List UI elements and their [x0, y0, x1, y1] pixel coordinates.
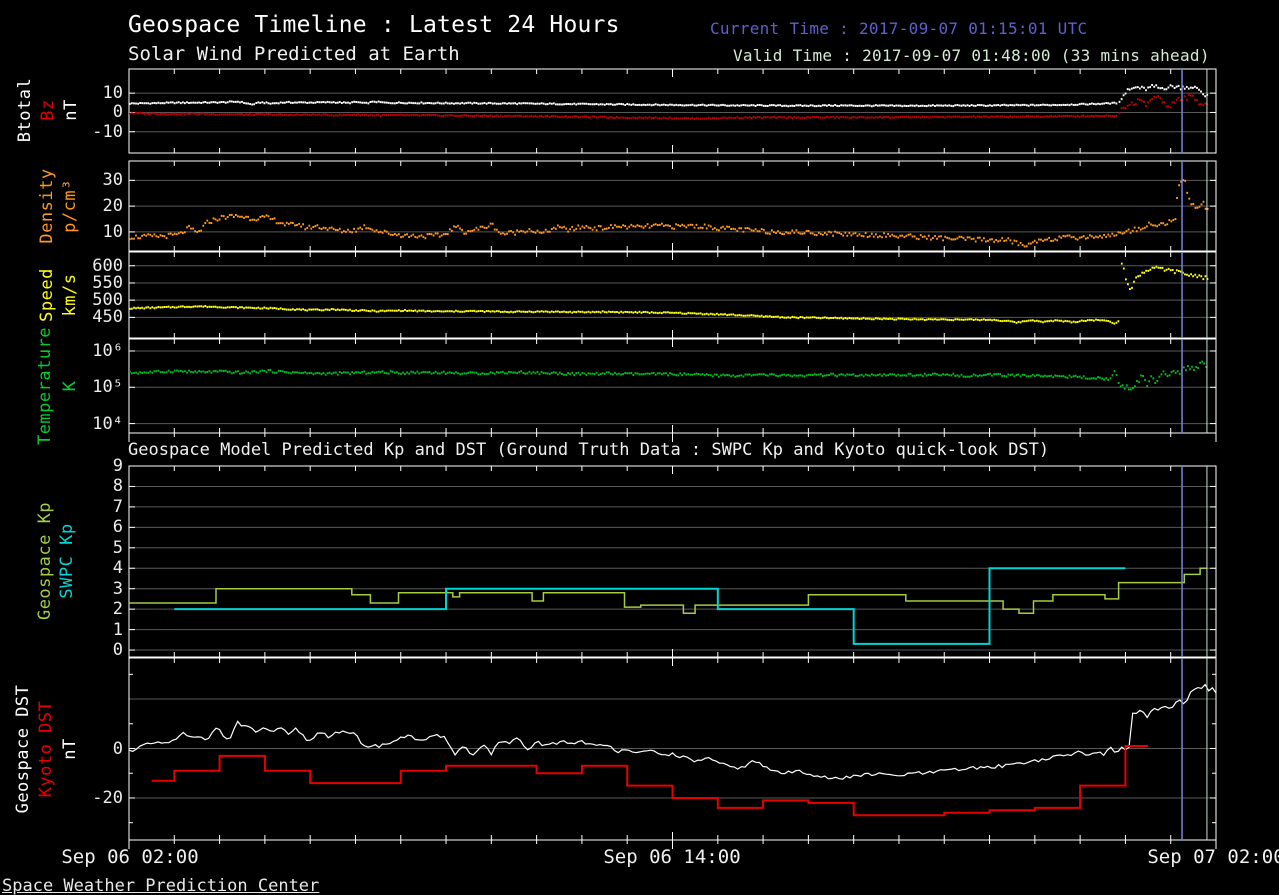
kp-dst-section-title: Geospace Model Predicted Kp and DST (Gro… [128, 440, 1050, 460]
trace-geospace-kp [129, 567, 1207, 614]
y-tick-label-density: 20 [102, 196, 123, 217]
y-tick-label-imf: 10 [102, 83, 123, 104]
y-tick-label-kp: 6 [112, 517, 123, 538]
trace-btotal-quiet [129, 100, 1118, 108]
trace-kyoto-dst [151, 745, 1149, 817]
panel-border-speed [128, 251, 1217, 339]
geospace-timeline-screen: Geospace Timeline : Latest 24 Hours Curr… [0, 0, 1279, 895]
y-tick-label-kp: 5 [112, 537, 123, 558]
panel-border-kp [128, 465, 1217, 658]
trace-density-spike [1176, 179, 1209, 210]
y-tick-label-kp: 8 [112, 476, 123, 497]
current-time-text: Current Time : 2017-09-07 01:15:01 UTC [710, 19, 1088, 38]
y-tick-label-imf: -10 [92, 121, 123, 142]
y-tick-label-temperature: 10⁴ [92, 413, 123, 434]
x-axis-label-start: Sep 06 02:00 [61, 846, 199, 868]
y-tick-label-density: 10 [102, 221, 123, 242]
y-tick-label-density: 30 [102, 170, 123, 191]
y-tick-label-kp: 3 [112, 578, 123, 599]
y-tick-label-kp: 7 [112, 496, 123, 517]
y-tick-label-dst: -20 [92, 787, 123, 808]
trace-speed-jump [1120, 262, 1209, 290]
x-axis-label-middle: Sep 06 14:00 [603, 846, 741, 868]
trace-swpc-kp [174, 567, 1126, 645]
trace-temperature [129, 369, 1110, 381]
y-tick-label-kp: 1 [112, 619, 123, 640]
valid-time-text: Valid Time : 2017-09-07 01:48:00 (33 min… [733, 46, 1210, 65]
panel-border-temperature [128, 338, 1217, 434]
trace-density [129, 213, 1177, 248]
trace-bz-disturbed [1118, 94, 1209, 114]
trace-temperature-disturbed [1109, 360, 1208, 391]
y-tick-label-temperature: 10⁵ [92, 377, 123, 398]
y-tick-label-kp: 2 [112, 599, 123, 620]
y-tick-label-speed: 450 [92, 307, 123, 328]
y-tick-label-kp: 4 [112, 558, 123, 579]
y-tick-label-temperature: 10⁶ [92, 340, 123, 361]
trace-bz-quiet [129, 111, 1118, 120]
y-tick-label-imf: 0 [112, 102, 123, 123]
trace-speed [129, 305, 1120, 325]
x-axis-label-end: Sep 07 02:00 [1147, 846, 1279, 868]
y-tick-label-kp: 0 [112, 640, 123, 661]
page-title: Geospace Timeline : Latest 24 Hours [128, 12, 620, 38]
y-tick-label-dst: 0 [112, 738, 123, 759]
panel-border-imf [128, 68, 1217, 154]
y-tick-label-kp: 9 [112, 456, 123, 476]
axis-label-geospace-dst: Geospace DST [13, 684, 33, 814]
swpc-credit-link[interactable]: Space Weather Prediction Center [2, 876, 319, 895]
solar-wind-subtitle: Solar Wind Predicted at Earth [128, 43, 460, 65]
axis-label-btotal: Btotal [15, 77, 35, 143]
